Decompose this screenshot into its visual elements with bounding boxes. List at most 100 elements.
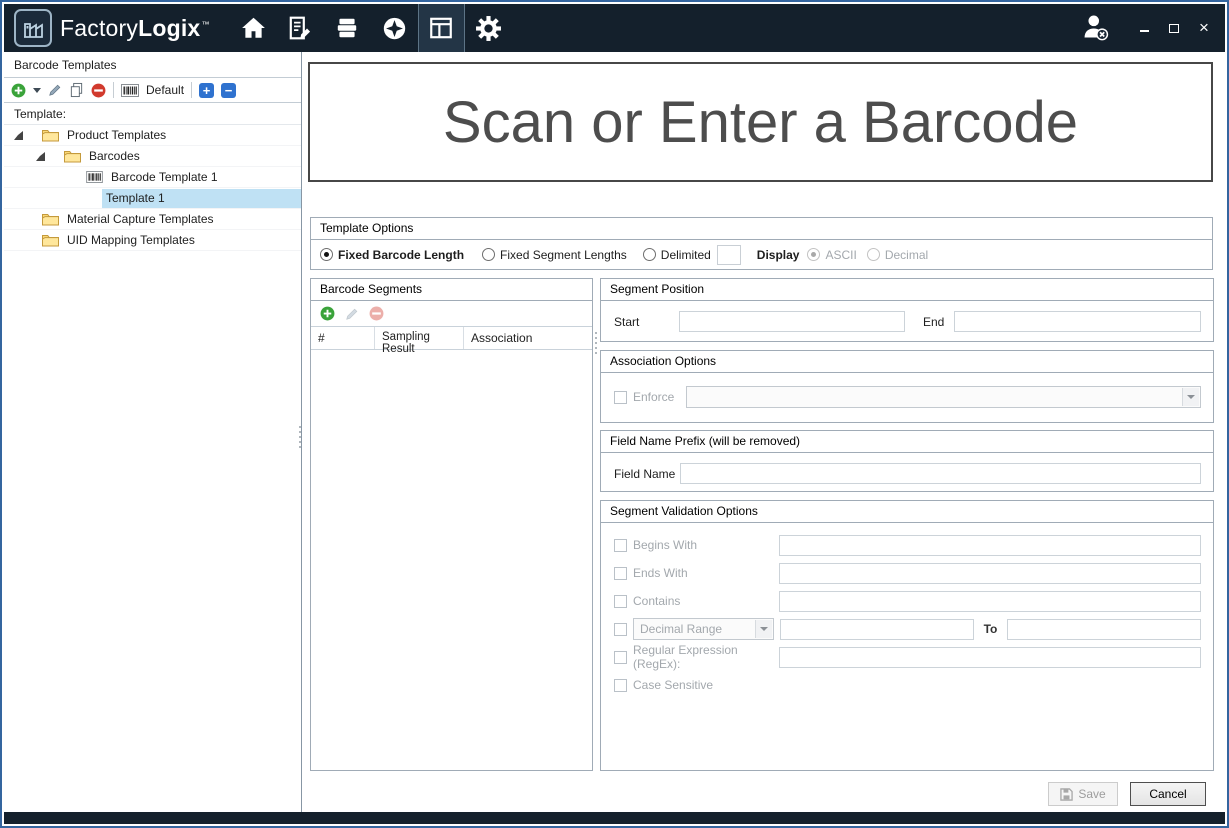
tree-item-barcodes[interactable]: Barcodes	[4, 146, 301, 167]
ascii-label: ASCII	[825, 248, 856, 262]
segment-position-panel: Segment Position Start End	[600, 278, 1214, 342]
ends-with-label: Ends With	[633, 566, 779, 580]
minimize-button[interactable]	[1137, 21, 1151, 35]
edit-icon[interactable]	[48, 83, 62, 97]
maximize-button[interactable]	[1167, 21, 1181, 35]
sidebar-splitter[interactable]	[299, 426, 301, 448]
brand-logix: Logix	[138, 15, 200, 41]
delete-icon[interactable]	[91, 83, 106, 98]
range-to-input[interactable]	[1007, 619, 1201, 640]
edit-segment-icon[interactable]	[345, 307, 359, 321]
case-sensitive-checkbox[interactable]	[614, 679, 627, 692]
ends-with-checkbox[interactable]	[614, 567, 627, 580]
add-icon[interactable]	[11, 83, 26, 98]
factorylogix-logo	[14, 9, 52, 47]
field-name-input[interactable]	[680, 463, 1201, 484]
end-label: End	[923, 315, 944, 329]
app-title: FactoryLogix™	[60, 15, 210, 42]
template-tree: Product Templates Barcodes Barcode Templ…	[4, 125, 301, 251]
field-name-prefix-title: Field Name Prefix (will be removed)	[601, 431, 1213, 453]
add-dropdown-icon[interactable]	[33, 88, 41, 97]
decimal-label: Decimal	[885, 248, 928, 262]
save-disk-icon	[1060, 788, 1073, 801]
navigator-icon[interactable]	[371, 4, 418, 52]
regex-checkbox[interactable]	[614, 651, 627, 664]
main-content: Scan or Enter a Barcode Template Options…	[303, 52, 1225, 812]
delimited-label: Delimited	[661, 248, 711, 262]
association-combo[interactable]	[686, 386, 1201, 408]
start-input[interactable]	[679, 311, 905, 332]
column-sampling-result[interactable]: Sampling Result	[375, 327, 464, 349]
begins-with-checkbox[interactable]	[614, 539, 627, 552]
brand-factory: Factory	[60, 15, 138, 41]
fixed-barcode-length-radio[interactable]	[320, 248, 333, 261]
tree-item-product-templates[interactable]: Product Templates	[4, 125, 301, 146]
tree-item-material-capture-templates[interactable]: Material Capture Templates	[4, 209, 301, 230]
default-template-label[interactable]: Default	[146, 83, 184, 97]
contains-input[interactable]	[779, 591, 1201, 612]
add-segment-icon[interactable]	[320, 306, 335, 321]
expander-icon[interactable]	[14, 131, 23, 140]
combo-arrow-icon[interactable]	[755, 620, 772, 638]
delimited-radio[interactable]	[643, 248, 656, 261]
materials-icon[interactable]	[324, 4, 371, 52]
barcode-scan-input[interactable]: Scan or Enter a Barcode	[308, 62, 1213, 182]
delimiter-input[interactable]	[717, 245, 741, 265]
toolbar-separator	[191, 82, 192, 98]
home-icon[interactable]	[230, 4, 277, 52]
column-number[interactable]: #	[311, 327, 375, 349]
range-from-input[interactable]	[780, 619, 974, 640]
field-name-prefix-panel: Field Name Prefix (will be removed) Fiel…	[600, 430, 1214, 492]
column-association[interactable]: Association	[464, 327, 592, 349]
regex-label: Regular Expression (RegEx):	[633, 643, 779, 671]
range-to-label: To	[984, 622, 998, 636]
enforce-checkbox[interactable]	[614, 391, 627, 404]
folder-icon	[42, 213, 59, 226]
begins-with-input[interactable]	[779, 535, 1201, 556]
start-label: Start	[614, 315, 679, 329]
tree-item-barcode-template-1[interactable]: Barcode Template 1	[4, 167, 301, 188]
ascii-radio[interactable]	[807, 248, 820, 261]
fixed-segment-lengths-label: Fixed Segment Lengths	[500, 248, 627, 262]
contains-checkbox[interactable]	[614, 595, 627, 608]
settings-gear-icon[interactable]	[465, 4, 512, 52]
combo-arrow-icon[interactable]	[1182, 388, 1199, 406]
tree-item-uid-mapping-templates[interactable]: UID Mapping Templates	[4, 230, 301, 251]
user-signout-icon[interactable]	[1079, 11, 1111, 46]
end-input[interactable]	[954, 311, 1201, 332]
tree-item-template-1-selected[interactable]: Template 1	[4, 188, 301, 209]
field-name-label: Field Name	[614, 467, 680, 481]
tree-item-label: Material Capture Templates	[63, 210, 218, 229]
case-sensitive-label: Case Sensitive	[633, 678, 779, 692]
segments-grid-header: # Sampling Result Association	[311, 327, 592, 350]
expander-icon[interactable]	[36, 152, 45, 161]
barcode-icon[interactable]	[121, 84, 139, 97]
fixed-barcode-length-label: Fixed Barcode Length	[338, 248, 464, 262]
ends-with-input[interactable]	[779, 563, 1201, 584]
worksheet-icon[interactable]	[277, 4, 324, 52]
copy-icon[interactable]	[69, 82, 84, 98]
template-options-title: Template Options	[311, 218, 1212, 240]
tree-item-label: Barcode Template 1	[107, 168, 222, 187]
expand-all-icon[interactable]: +	[199, 83, 214, 98]
range-checkbox[interactable]	[614, 623, 627, 636]
range-type-value: Decimal Range	[640, 622, 722, 636]
segments-splitter[interactable]	[595, 332, 597, 354]
templates-icon[interactable]	[418, 4, 465, 52]
close-button[interactable]: ×	[1197, 21, 1211, 35]
barcode-segments-panel: Barcode Segments # Sampling Result Assoc…	[310, 278, 593, 771]
decimal-radio[interactable]	[867, 248, 880, 261]
delete-segment-icon[interactable]	[369, 306, 384, 321]
folder-icon	[42, 234, 59, 247]
fixed-segment-lengths-radio[interactable]	[482, 248, 495, 261]
range-type-combo[interactable]: Decimal Range	[633, 618, 774, 640]
cancel-button[interactable]: Cancel	[1130, 782, 1206, 806]
barcode-segments-toolbar	[311, 301, 592, 327]
title-bar: FactoryLogix™	[4, 4, 1225, 52]
save-button[interactable]: Save	[1048, 782, 1118, 806]
segment-position-title: Segment Position	[601, 279, 1213, 301]
barcode-icon	[86, 171, 103, 183]
regex-input[interactable]	[779, 647, 1201, 668]
contains-label: Contains	[633, 594, 779, 608]
collapse-all-icon[interactable]: −	[221, 83, 236, 98]
